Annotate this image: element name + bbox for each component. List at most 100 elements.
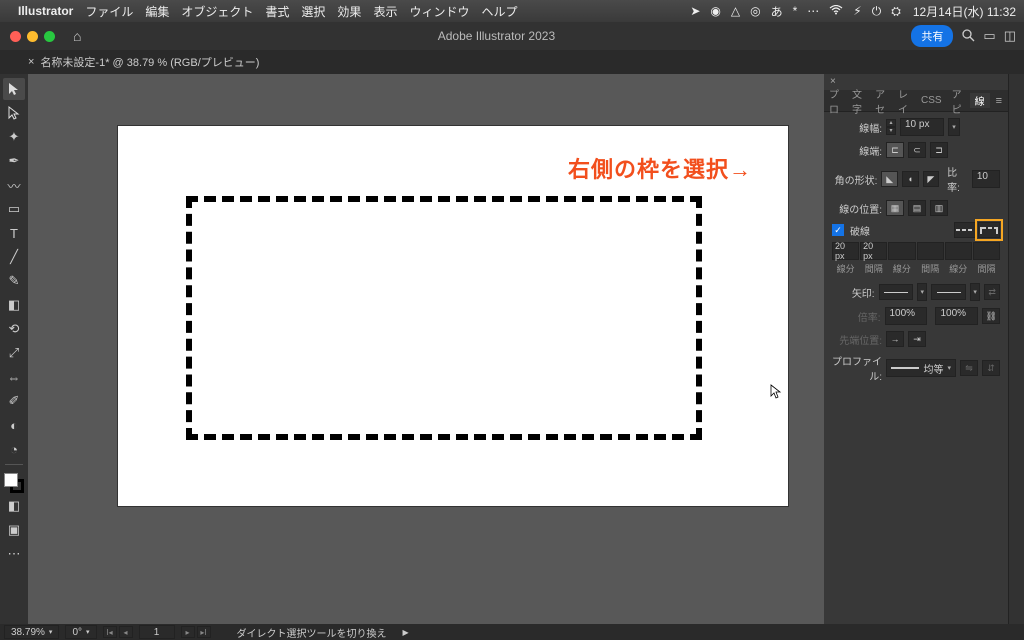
menu-object[interactable]: オブジェクト (181, 3, 253, 20)
line-icon[interactable]: ◉ (710, 4, 720, 18)
rotate-tool[interactable]: ⟲ (3, 318, 25, 340)
first-artboard-button[interactable]: I◂ (103, 626, 117, 638)
dash-align-corners-button[interactable] (978, 222, 1000, 238)
stroke-width-input[interactable]: 10 px (900, 118, 944, 136)
arrow-start-caret[interactable]: ▾ (917, 283, 928, 301)
arrow-end-dropdown[interactable] (931, 284, 965, 300)
tab-assets[interactable]: アセ (870, 86, 893, 116)
fill-swatch[interactable] (4, 473, 18, 487)
align-inside-button[interactable]: ▤ (908, 200, 926, 216)
gap-value-2[interactable] (917, 242, 944, 260)
tab-appearance[interactable]: アピ (947, 86, 970, 116)
pen-tool[interactable]: ✒ (3, 150, 25, 172)
profile-dropdown[interactable]: 均等 ▾ (886, 359, 956, 377)
minimize-window-icon[interactable] (27, 31, 38, 42)
cap-butt-button[interactable]: ⊏ (886, 142, 904, 158)
line-tool[interactable]: ╱ (3, 246, 25, 268)
artboard[interactable]: 右側の枠を選択→ (118, 126, 788, 506)
battery-icon[interactable]: ⚡︎ (853, 4, 861, 18)
brush-tool[interactable]: ✎ (3, 270, 25, 292)
overflow-icon[interactable]: ⋯ (807, 4, 819, 18)
selection-tool[interactable] (3, 78, 25, 100)
cap-round-button[interactable]: ⊂ (908, 142, 926, 158)
stroke-width-stepper[interactable]: ▴▾ (886, 119, 896, 135)
canvas[interactable]: 右側の枠を選択→ (28, 74, 824, 624)
record-icon[interactable]: ◎ (750, 4, 760, 18)
tab-css[interactable]: CSS (916, 95, 947, 106)
triangle-icon[interactable]: △ (731, 4, 740, 18)
tab-character[interactable]: 文字 (847, 86, 870, 116)
rotate-dropdown[interactable]: 0° ▾ (65, 625, 96, 639)
panel-menu-icon[interactable]: ≡ (990, 95, 1008, 107)
arrow-align-tip-button[interactable]: → (886, 331, 904, 347)
scale-tool[interactable]: ⤢ (3, 342, 25, 364)
arrange-icon[interactable]: ▭ (983, 28, 995, 44)
link-scale-icon[interactable]: ⛓ (982, 308, 1000, 324)
arrow-scale-start[interactable]: 100% (885, 307, 928, 325)
gradient-tool[interactable]: ◐ (3, 414, 25, 436)
magic-wand-tool[interactable]: ✦ (3, 126, 25, 148)
ime-icon[interactable]: あ (771, 3, 783, 20)
swap-arrows-icon[interactable]: ⇄ (984, 284, 1000, 300)
eraser-tool[interactable]: ◧ (3, 294, 25, 316)
power-icon[interactable]: ⏻ (872, 4, 882, 19)
tab-close-icon[interactable]: × (28, 56, 34, 68)
width-tool[interactable]: ⇔ (3, 366, 25, 388)
share-button[interactable]: 共有 (911, 25, 953, 47)
tab-layers[interactable]: レイ (893, 86, 916, 116)
corner-miter-button[interactable]: ◣ (881, 171, 898, 187)
menubar-app-name[interactable]: Illustrator (18, 4, 73, 18)
bluetooth-icon[interactable]: * (793, 4, 798, 18)
rectangle-tool[interactable]: ▭ (3, 198, 25, 220)
control-center-icon[interactable]: ⛭ (891, 4, 901, 19)
flip-horizontal-icon[interactable]: ⇋ (960, 360, 978, 376)
gap-value-1[interactable]: 20 px (860, 242, 887, 260)
fill-stroke-swatch[interactable] (4, 473, 24, 493)
workspace-icon[interactable]: ◫ (1004, 28, 1016, 44)
search-icon[interactable] (961, 28, 975, 45)
next-artboard-button[interactable]: ▸ (181, 626, 195, 638)
dashed-rectangle-object[interactable] (186, 196, 702, 440)
corner-bevel-button[interactable]: ◤ (923, 171, 940, 187)
wifi-icon[interactable] (829, 4, 843, 18)
home-icon[interactable]: ⌂ (73, 28, 81, 44)
dash-preserve-button[interactable] (954, 222, 976, 238)
eyedropper-tool[interactable]: ✐ (3, 390, 25, 412)
status-hint-play-icon[interactable]: ▶ (403, 628, 409, 637)
type-tool[interactable]: T (3, 222, 25, 244)
location-icon[interactable]: ➤ (690, 4, 700, 18)
arrow-start-dropdown[interactable] (879, 284, 913, 300)
arrow-scale-end[interactable]: 100% (935, 307, 978, 325)
menubar-clock[interactable]: 12月14日(水) 11:32 (913, 3, 1016, 20)
menu-view[interactable]: 表示 (373, 3, 397, 20)
dash-value-3[interactable] (945, 242, 972, 260)
prev-artboard-button[interactable]: ◂ (119, 626, 133, 638)
menu-window[interactable]: ウィンドウ (409, 3, 469, 20)
fullscreen-window-icon[interactable] (44, 31, 55, 42)
stroke-width-dropdown[interactable]: ▾ (948, 118, 960, 136)
last-artboard-button[interactable]: ▸I (197, 626, 211, 638)
close-window-icon[interactable] (10, 31, 21, 42)
arrow-end-caret[interactable]: ▾ (970, 283, 981, 301)
menu-file[interactable]: ファイル (85, 3, 133, 20)
document-tab-label[interactable]: 名称未設定-1* @ 38.79 % (RGB/プレビュー) (40, 54, 259, 70)
align-center-button[interactable]: ▦ (886, 200, 904, 216)
zoom-dropdown[interactable]: 38.79% ▾ (4, 625, 59, 639)
dashed-line-checkbox[interactable]: ✓ (832, 224, 844, 236)
corner-round-button[interactable]: ◖ (902, 171, 919, 187)
tab-stroke[interactable]: 線 (970, 93, 990, 108)
edit-toolbar-icon[interactable]: ⋯ (3, 543, 25, 565)
arrow-align-end-button[interactable]: ⇥ (908, 331, 926, 347)
flip-vertical-icon[interactable]: ⇵ (982, 360, 1000, 376)
miter-limit-input[interactable]: 10 (972, 170, 1000, 188)
menu-type[interactable]: 書式 (265, 3, 289, 20)
align-outside-button[interactable]: ▥ (930, 200, 948, 216)
direct-selection-tool[interactable] (3, 102, 25, 124)
dash-value-2[interactable] (888, 242, 915, 260)
window-traffic-lights[interactable] (0, 31, 65, 42)
collapsed-panel-dock[interactable] (1008, 74, 1024, 624)
artboard-number-input[interactable]: 1 (139, 625, 175, 639)
dash-value-1[interactable]: 20 px (832, 242, 859, 260)
color-mode-icon[interactable]: ◧ (3, 495, 25, 517)
menu-help[interactable]: ヘルプ (481, 3, 517, 20)
